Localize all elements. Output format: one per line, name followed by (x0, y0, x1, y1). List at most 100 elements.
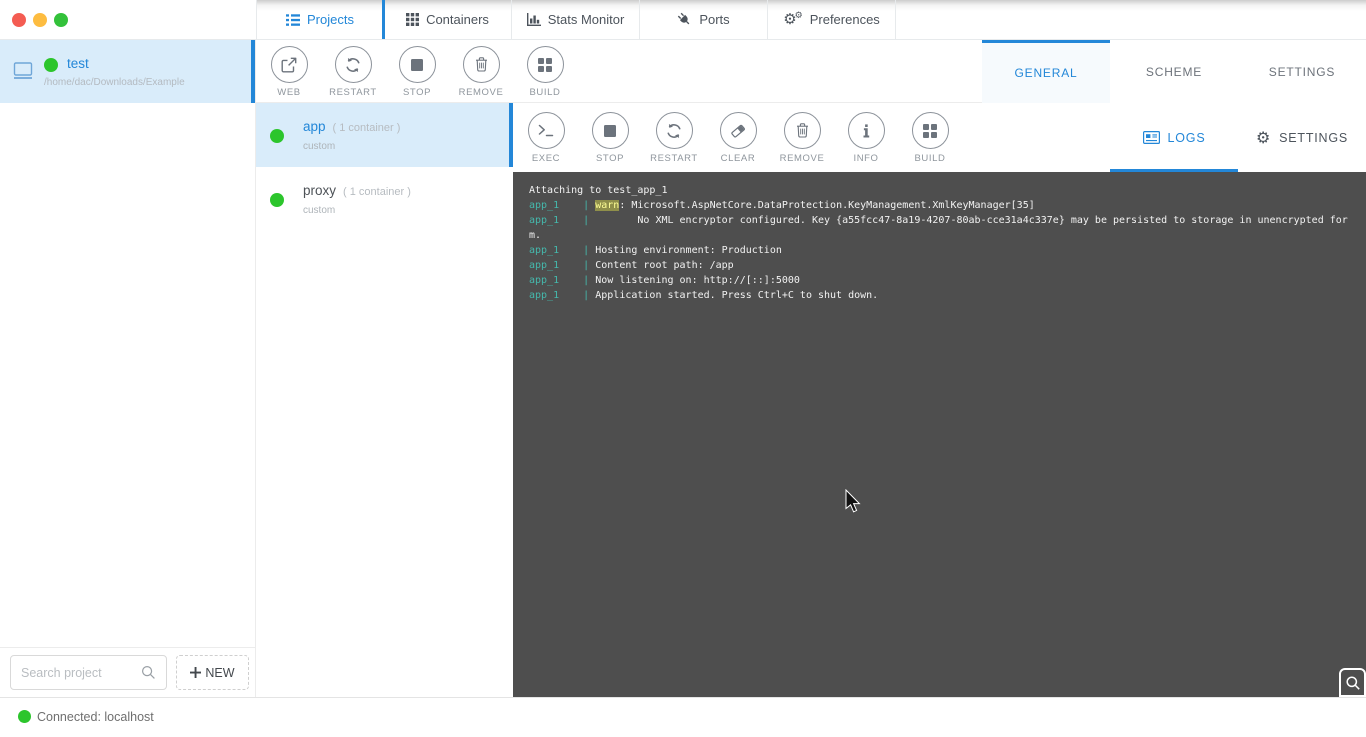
service-count: ( 1 container ) (332, 122, 401, 134)
log-segment: Attaching to test_app_1 (529, 185, 668, 196)
gear-icon: ⚙ (1255, 127, 1272, 147)
service-row-app[interactable]: app ( 1 container ) custom (256, 103, 513, 167)
service-type: custom (303, 141, 336, 152)
log-segment: app_1 | (529, 260, 596, 271)
nav-tabs: Projects Containers Stats Monitor Ports ⚙⚙ Pr… (256, 0, 1366, 39)
project-tabs: GENERAL SCHEME SETTINGS (982, 40, 1366, 103)
maximize-button[interactable] (54, 13, 68, 27)
log-segment: Now listening on: http://[::]:5000 (595, 275, 800, 286)
projects-sidebar: test /home/dac/Downloads/Example NEW (0, 40, 256, 697)
sidebar-search-area: NEW (0, 647, 255, 697)
tab-label: Ports (699, 12, 730, 27)
service-status-dot (270, 193, 284, 207)
tab-stats-monitor[interactable]: Stats Monitor (512, 0, 640, 39)
log-segment: warn (595, 200, 620, 211)
log-line: app_1 | Content root path: /app (529, 258, 1350, 273)
tool-label: EXEC (531, 153, 561, 164)
traffic-lights (12, 13, 68, 27)
minimize-button[interactable] (33, 13, 47, 27)
refresh-icon (345, 57, 361, 73)
log-output[interactable]: Attaching to test_app_1 app_1 | warn: Mic… (513, 172, 1366, 697)
grid4-icon (923, 123, 937, 138)
plus-icon (190, 667, 202, 678)
external-link-icon (281, 57, 297, 73)
plug-icon (677, 12, 692, 27)
connection-status-dot (18, 710, 31, 723)
log-tab-settings[interactable]: ⚙ SETTINGS (1238, 103, 1366, 172)
title-bar: Projects Containers Stats Monitor Ports ⚙⚙ Pr… (0, 0, 1366, 40)
new-project-button[interactable]: NEW (176, 655, 249, 690)
service-row-proxy[interactable]: proxy ( 1 container ) custom (256, 167, 513, 231)
list-icon (286, 13, 301, 26)
clear-button[interactable]: CLEAR (706, 106, 770, 172)
log-segment: Application started. Press Ctrl+C to shu… (595, 290, 879, 301)
project-name: test (67, 56, 89, 71)
laptop-icon (12, 62, 34, 80)
grid9-icon (406, 13, 420, 26)
project-path: /home/dac/Downloads/Example (44, 77, 185, 88)
build-button[interactable]: BUILD (898, 106, 962, 172)
log-segment: app_1 | (529, 290, 596, 301)
project-status-dot (44, 58, 58, 72)
web-button[interactable]: WEB (257, 40, 321, 102)
tab-label: Projects (307, 12, 354, 27)
restart-button[interactable]: RESTART (642, 106, 706, 172)
project-row-test[interactable]: test /home/dac/Downloads/Example (0, 40, 255, 103)
eraser-icon (730, 123, 746, 139)
services-panel: app ( 1 container ) custom proxy ( 1 contain… (256, 103, 513, 697)
tool-label: REMOVE (458, 87, 504, 98)
service-name: app (303, 119, 326, 134)
log-line: m. (529, 228, 1350, 243)
search-icon (141, 665, 156, 680)
info-icon (863, 123, 870, 138)
log-segment: No XML encryptor configured. Key {a55fcc… (595, 215, 1348, 226)
remove-button[interactable]: REMOVE (449, 40, 513, 102)
log-tabs: LOGS ⚙ SETTINGS (1110, 103, 1366, 172)
tool-label: BUILD (529, 87, 561, 98)
service-status-dot (270, 129, 284, 143)
new-button-label: NEW (205, 665, 235, 680)
stop-button[interactable]: STOP (385, 40, 449, 102)
project-tab-general[interactable]: GENERAL (982, 40, 1110, 103)
stop-button[interactable]: STOP (578, 106, 642, 172)
ptab-label: SCHEME (1145, 64, 1203, 79)
tab-containers[interactable]: Containers (384, 0, 512, 39)
log-segment: Hosting environment: Production (595, 245, 782, 256)
log-line: Attaching to test_app_1 (529, 183, 1350, 198)
project-tab-scheme[interactable]: SCHEME (1110, 40, 1238, 103)
status-bar: Connected: localhost (0, 697, 1366, 737)
restart-button[interactable]: RESTART (321, 40, 385, 102)
tool-label: STOP (595, 153, 625, 164)
ptab-label: GENERAL (1014, 66, 1078, 80)
service-type: custom (303, 205, 336, 216)
tool-label: RESTART (650, 153, 698, 164)
tab-preferences[interactable]: ⚙⚙ Preferences (768, 0, 896, 39)
trash-icon (475, 57, 488, 72)
ptab-label: SETTINGS (1268, 64, 1336, 79)
tab-label: Stats Monitor (547, 12, 625, 27)
log-line: app_1 | warn: Microsoft.AspNetCore.DataP… (529, 198, 1350, 213)
logs-icon (1142, 131, 1160, 144)
tab-ports[interactable]: Ports (640, 0, 768, 39)
remove-button[interactable]: REMOVE (770, 106, 834, 172)
log-search-button[interactable] (1339, 668, 1366, 697)
info-button[interactable]: INFO (834, 106, 898, 172)
build-button[interactable]: BUILD (513, 40, 577, 102)
exec-button[interactable]: EXEC (514, 106, 578, 172)
close-button[interactable] (12, 13, 26, 27)
container-pane: EXEC STOP RESTART CLEAR REMOVE INFO BUILD LOGS… (513, 103, 1366, 697)
terminal-icon (538, 124, 554, 137)
log-line: app_1 | Hosting environment: Production (529, 243, 1350, 258)
tab-label: Preferences (809, 12, 880, 27)
log-segment: app_1 | (529, 245, 596, 256)
tab-projects[interactable]: Projects (256, 0, 385, 39)
grid4-icon (538, 57, 552, 72)
log-segment: app_1 | (529, 200, 596, 211)
tool-label: STOP (402, 87, 432, 98)
tab-label: Containers (426, 12, 489, 27)
project-tab-settings[interactable]: SETTINGS (1238, 40, 1366, 103)
log-segment: app_1 | (529, 215, 596, 226)
tool-label: WEB (277, 87, 301, 98)
log-tab-logs[interactable]: LOGS (1110, 103, 1238, 172)
tool-label: RESTART (329, 87, 377, 98)
